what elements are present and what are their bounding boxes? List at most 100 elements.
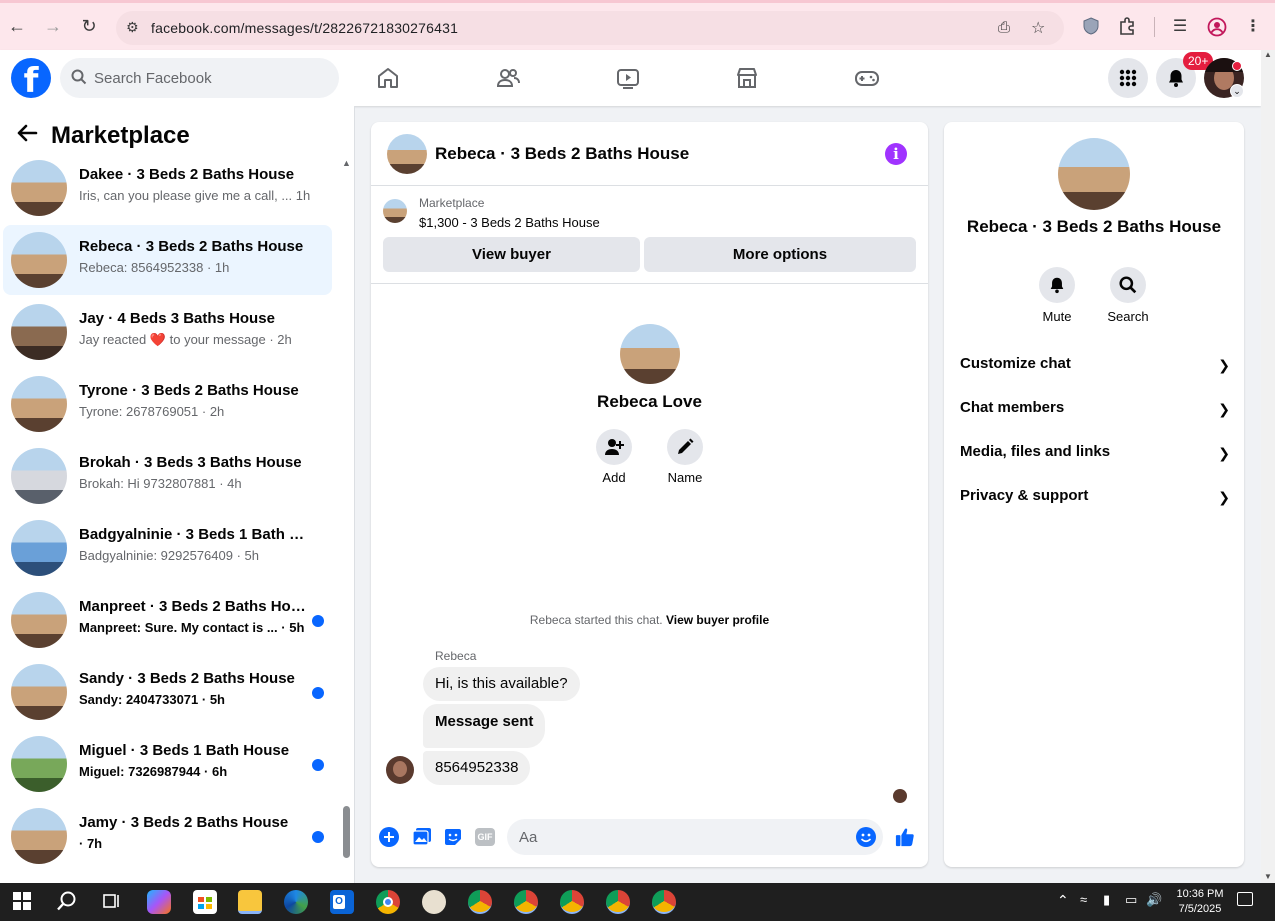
menu-kebab-icon[interactable]: ⋮ <box>1243 17 1263 37</box>
conversation-name: Brokah · 3 Beds 3 Baths House <box>79 454 302 471</box>
more-options-button[interactable]: More options <box>644 237 916 272</box>
chrome-profile-icon[interactable] <box>652 890 676 914</box>
outlook-icon[interactable]: O <box>330 890 354 914</box>
volume-icon[interactable]: 🔊 <box>1146 892 1162 908</box>
mute-button[interactable]: Mute <box>1027 267 1087 324</box>
battery-icon[interactable]: ▮ <box>1103 892 1110 908</box>
conversation-snippet: Manpreet: Sure. My contact is ... · 5h <box>79 620 304 635</box>
view-buyer-profile-link[interactable]: View buyer profile <box>666 613 769 627</box>
page-scrollbar[interactable]: ▲ ▼ <box>1261 50 1275 883</box>
view-buyer-button[interactable]: View buyer <box>383 237 640 272</box>
search-input[interactable] <box>94 66 324 90</box>
toolbar-divider <box>1154 17 1155 37</box>
name-button[interactable]: Name <box>655 429 715 485</box>
address-bar[interactable]: ⚙ facebook.com/messages/t/28226721830276… <box>116 11 1064 45</box>
conversation-item[interactable]: Jay · 4 Beds 3 Baths House Jay reacted ❤️… <box>3 297 332 367</box>
install-icon[interactable]: ⎙ <box>998 19 1010 36</box>
snippet-text: Sandy: 2404733071 · <box>79 692 210 707</box>
shield-extension-icon[interactable] <box>1081 17 1101 37</box>
gaming-icon[interactable] <box>847 58 887 98</box>
task-view-icon[interactable] <box>100 890 124 914</box>
conversation-item[interactable]: Miguel · 3 Beds 1 Bath House Miguel: 7326… <box>3 729 332 799</box>
menu-grid-icon[interactable] <box>1108 58 1148 98</box>
windows-taskbar: O ⌃ ≈ ▮ ▭ 🔊 10:36 PM 7/5/2025 <box>0 883 1275 921</box>
photo-icon[interactable] <box>412 827 432 847</box>
windows-start-icon[interactable] <box>11 890 35 914</box>
scroll-up-icon[interactable]: ▲ <box>1264 50 1272 59</box>
conversation-item[interactable]: Rebeca · 3 Beds 2 Baths House Rebeca: 856… <box>3 225 332 295</box>
privacy-support-section[interactable]: Privacy & support ❯ <box>960 487 1230 511</box>
listing-thumbnail[interactable] <box>383 199 407 223</box>
listing-price[interactable]: $1,300 - 3 Beds 2 Baths House <box>419 215 600 230</box>
profile-icon[interactable] <box>1207 17 1227 37</box>
back-arrow-icon[interactable] <box>16 123 38 149</box>
device-icon[interactable]: ▭ <box>1125 892 1137 908</box>
taskbar-clock[interactable]: 10:36 PM 7/5/2025 <box>1170 887 1230 917</box>
site-settings-icon[interactable]: ⚙ <box>126 19 139 36</box>
plus-circle-icon[interactable] <box>379 827 399 847</box>
gif-icon[interactable]: GIF <box>475 827 495 847</box>
conversation-item[interactable]: Tyrone · 3 Beds 2 Baths House Tyrone: 267… <box>3 369 332 439</box>
unread-dot <box>312 615 324 627</box>
logo-letter: f <box>23 61 39 98</box>
chrome-profile-icon[interactable] <box>514 890 538 914</box>
conversation-item[interactable]: Sandy · 3 Beds 2 Baths House Sandy: 24047… <box>3 657 332 727</box>
emoji-icon[interactable] <box>856 827 876 847</box>
add-button[interactable]: Add <box>584 429 644 485</box>
chrome-profile-icon[interactable] <box>606 890 630 914</box>
scroll-down-icon[interactable]: ▼ <box>1264 872 1272 881</box>
video-icon[interactable] <box>608 58 648 98</box>
conversation-item[interactable]: Badgyalninie · 3 Beds 1 Bath Ho... Badgya… <box>3 513 332 583</box>
chrome-icon[interactable] <box>376 890 400 914</box>
account-chevron-icon[interactable]: ⌄ <box>1230 84 1244 98</box>
media-files-links-section[interactable]: Media, files and links ❯ <box>960 443 1230 467</box>
taskbar-search-icon[interactable] <box>56 890 80 914</box>
message-input[interactable] <box>507 819 883 855</box>
system-tray-chevron-icon[interactable]: ⌃ <box>1057 892 1069 909</box>
details-avatar[interactable] <box>1058 138 1130 210</box>
paint-icon[interactable] <box>422 890 446 914</box>
forward-icon[interactable]: → <box>42 15 64 37</box>
sticker-icon[interactable] <box>443 827 463 847</box>
customize-chat-section[interactable]: Customize chat ❯ <box>960 355 1230 379</box>
back-icon[interactable]: ← <box>6 15 28 37</box>
sender-avatar[interactable] <box>386 756 414 784</box>
reload-icon[interactable]: ↻ <box>78 15 100 37</box>
home-icon[interactable] <box>368 58 408 98</box>
chat-title[interactable]: Rebeca · 3 Beds 2 Baths House <box>435 144 689 164</box>
conversation-item[interactable]: Dakee · 3 Beds 2 Baths House Iris, can yo… <box>3 153 332 223</box>
info-icon[interactable]: i <box>885 143 907 165</box>
chrome-profile-icon[interactable] <box>560 890 584 914</box>
scroll-up-arrow-icon[interactable]: ▲ <box>342 158 351 168</box>
conversation-item[interactable]: Jamy · 3 Beds 2 Baths House · 7h <box>3 801 332 871</box>
search-box[interactable] <box>60 58 339 98</box>
edge-browser-icon[interactable] <box>284 890 308 914</box>
network-icon[interactable]: ≈ <box>1080 892 1087 907</box>
buyer-profile-avatar[interactable] <box>620 324 680 384</box>
message-bubble[interactable]: 8564952338 <box>423 751 531 785</box>
conversation-item[interactable]: Manpreet · 3 Beds 2 Baths Hou... Manpreet… <box>3 585 332 655</box>
copilot-icon[interactable] <box>147 890 171 914</box>
marketplace-icon[interactable] <box>727 58 767 98</box>
notification-center-icon[interactable] <box>1237 892 1253 906</box>
message-bubble[interactable]: Hi, is this available? <box>423 667 580 701</box>
mute-label: Mute <box>1042 309 1072 324</box>
search-button[interactable]: Search <box>1098 267 1158 324</box>
chat-avatar[interactable] <box>387 134 427 174</box>
sidebar-scrollbar-thumb[interactable] <box>343 806 350 858</box>
thumbs-up-icon[interactable] <box>895 827 915 847</box>
facebook-logo[interactable]: f <box>11 58 51 98</box>
chrome-profile-icon[interactable] <box>468 890 492 914</box>
store-icon[interactable] <box>193 890 217 914</box>
bookmark-star-icon[interactable]: ☆ <box>1031 18 1045 38</box>
snippet-text: Miguel: 7326987944 · <box>79 764 212 779</box>
chat-members-section[interactable]: Chat members ❯ <box>960 399 1230 423</box>
message-bubble[interactable]: Message sent <box>423 704 546 748</box>
snippet-time: 5h <box>209 692 225 707</box>
extensions-puzzle-icon[interactable] <box>1117 17 1137 37</box>
file-explorer-icon[interactable] <box>238 890 262 914</box>
conversation-name: Jamy · 3 Beds 2 Baths House <box>79 814 289 831</box>
media-playlist-icon[interactable]: ☰ <box>1170 17 1190 37</box>
conversation-item[interactable]: Brokah · 3 Beds 3 Baths House Brokah: Hi … <box>3 441 332 511</box>
friends-icon[interactable] <box>488 58 528 98</box>
